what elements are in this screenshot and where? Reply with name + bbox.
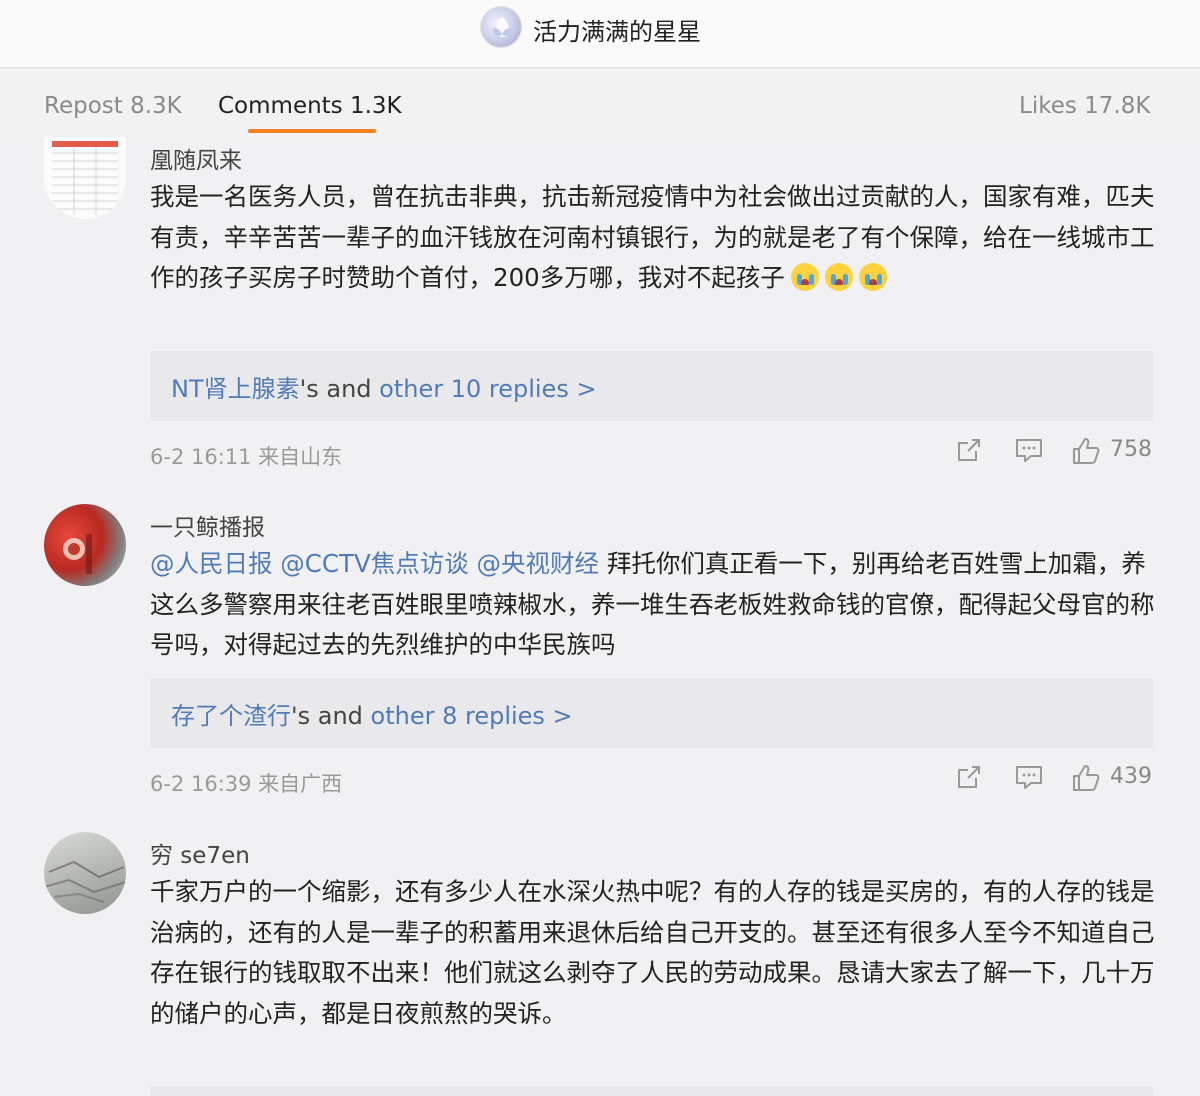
crying-face-emoji-icon — [824, 263, 853, 291]
active-tab-indicator — [248, 129, 376, 133]
crying-face-emoji-icon — [858, 263, 887, 291]
user-avatar-icon — [63, 534, 92, 574]
mention-link[interactable]: @人民日报 — [150, 549, 273, 578]
like-icon[interactable] — [1070, 435, 1102, 467]
comment-text: 千家万户的一个缩影，还有多少人在水深火热中呢？有的人存的钱是买房的，有的人存的钱… — [150, 877, 1155, 1028]
tab-bar: Repost 8.3K Comments 1.3K Likes 17.8K — [0, 69, 1200, 137]
comment-body: 我是一名医务人员，曾在抗击非典，抗击新冠疫情中为社会做出过贡献的人，国家有难，匹… — [150, 182, 1155, 292]
like-icon[interactable] — [1070, 762, 1102, 794]
user-avatar-icon — [44, 860, 126, 903]
comment-icon[interactable] — [1014, 435, 1044, 465]
comment-text: @人民日报 @CCTV焦点访谈 @央视财经 拜托你们真正看一下，别再给老百姓雪上… — [150, 544, 1160, 666]
poster-name[interactable]: 活力满满的星星 — [533, 12, 701, 47]
tab-likes[interactable]: Likes 17.8K — [1019, 93, 1150, 119]
user-avatar-icon — [493, 17, 511, 38]
crying-face-emoji-icon — [790, 263, 819, 291]
more-replies-link[interactable]: other 8 replies > — [371, 702, 573, 730]
tab-repost[interactable]: Repost 8.3K — [44, 93, 182, 119]
comment-actions: 758 — [956, 435, 1156, 471]
share-icon[interactable] — [956, 435, 984, 465]
comment-meta: 6-2 16:11 来自山东 — [150, 445, 343, 469]
reply-connector-text: 's and — [299, 375, 380, 403]
like-count: 758 — [1110, 437, 1152, 462]
reply-connector-text: 's and — [291, 702, 371, 730]
replies-box[interactable]: NT肾上腺素's and other 10 replies > — [150, 351, 1153, 421]
commenter-avatar[interactable] — [44, 137, 126, 219]
commenter-name[interactable]: 凰随凤来 — [150, 141, 242, 175]
mention-link[interactable]: @央视财经 — [477, 549, 600, 578]
commenter-name[interactable]: 一只鲸播报 — [150, 508, 265, 542]
comment-icon[interactable] — [1014, 762, 1044, 792]
share-icon[interactable] — [956, 762, 984, 792]
poster-avatar[interactable] — [480, 6, 522, 48]
comment-actions: 439 — [956, 762, 1156, 798]
reply-user-link[interactable]: NT肾上腺素 — [171, 375, 300, 403]
reply-user-link[interactable]: 存了个渣行 — [171, 702, 291, 730]
spreadsheet-thumbnail-icon — [44, 137, 126, 219]
tab-comments[interactable]: Comments 1.3K — [218, 93, 402, 119]
comment-meta: 6-2 16:39 来自广西 — [150, 772, 343, 796]
replies-box[interactable]: 存了个渣行's and other 8 replies > — [150, 678, 1153, 748]
more-replies-link[interactable]: other 10 replies > — [379, 375, 596, 403]
commenter-avatar[interactable] — [44, 504, 126, 586]
mention-link[interactable]: @CCTV焦点访谈 — [280, 549, 468, 578]
commenter-avatar[interactable] — [44, 832, 126, 914]
comment-text: 我是一名医务人员，曾在抗击非典，抗击新冠疫情中为社会做出过贡献的人，国家有难，匹… — [150, 177, 1160, 299]
like-count: 439 — [1110, 764, 1152, 789]
replies-box[interactable] — [150, 1086, 1153, 1096]
commenter-name[interactable]: 穷 se7en — [150, 836, 250, 870]
top-bar: 活力满满的星星 — [0, 0, 1200, 68]
